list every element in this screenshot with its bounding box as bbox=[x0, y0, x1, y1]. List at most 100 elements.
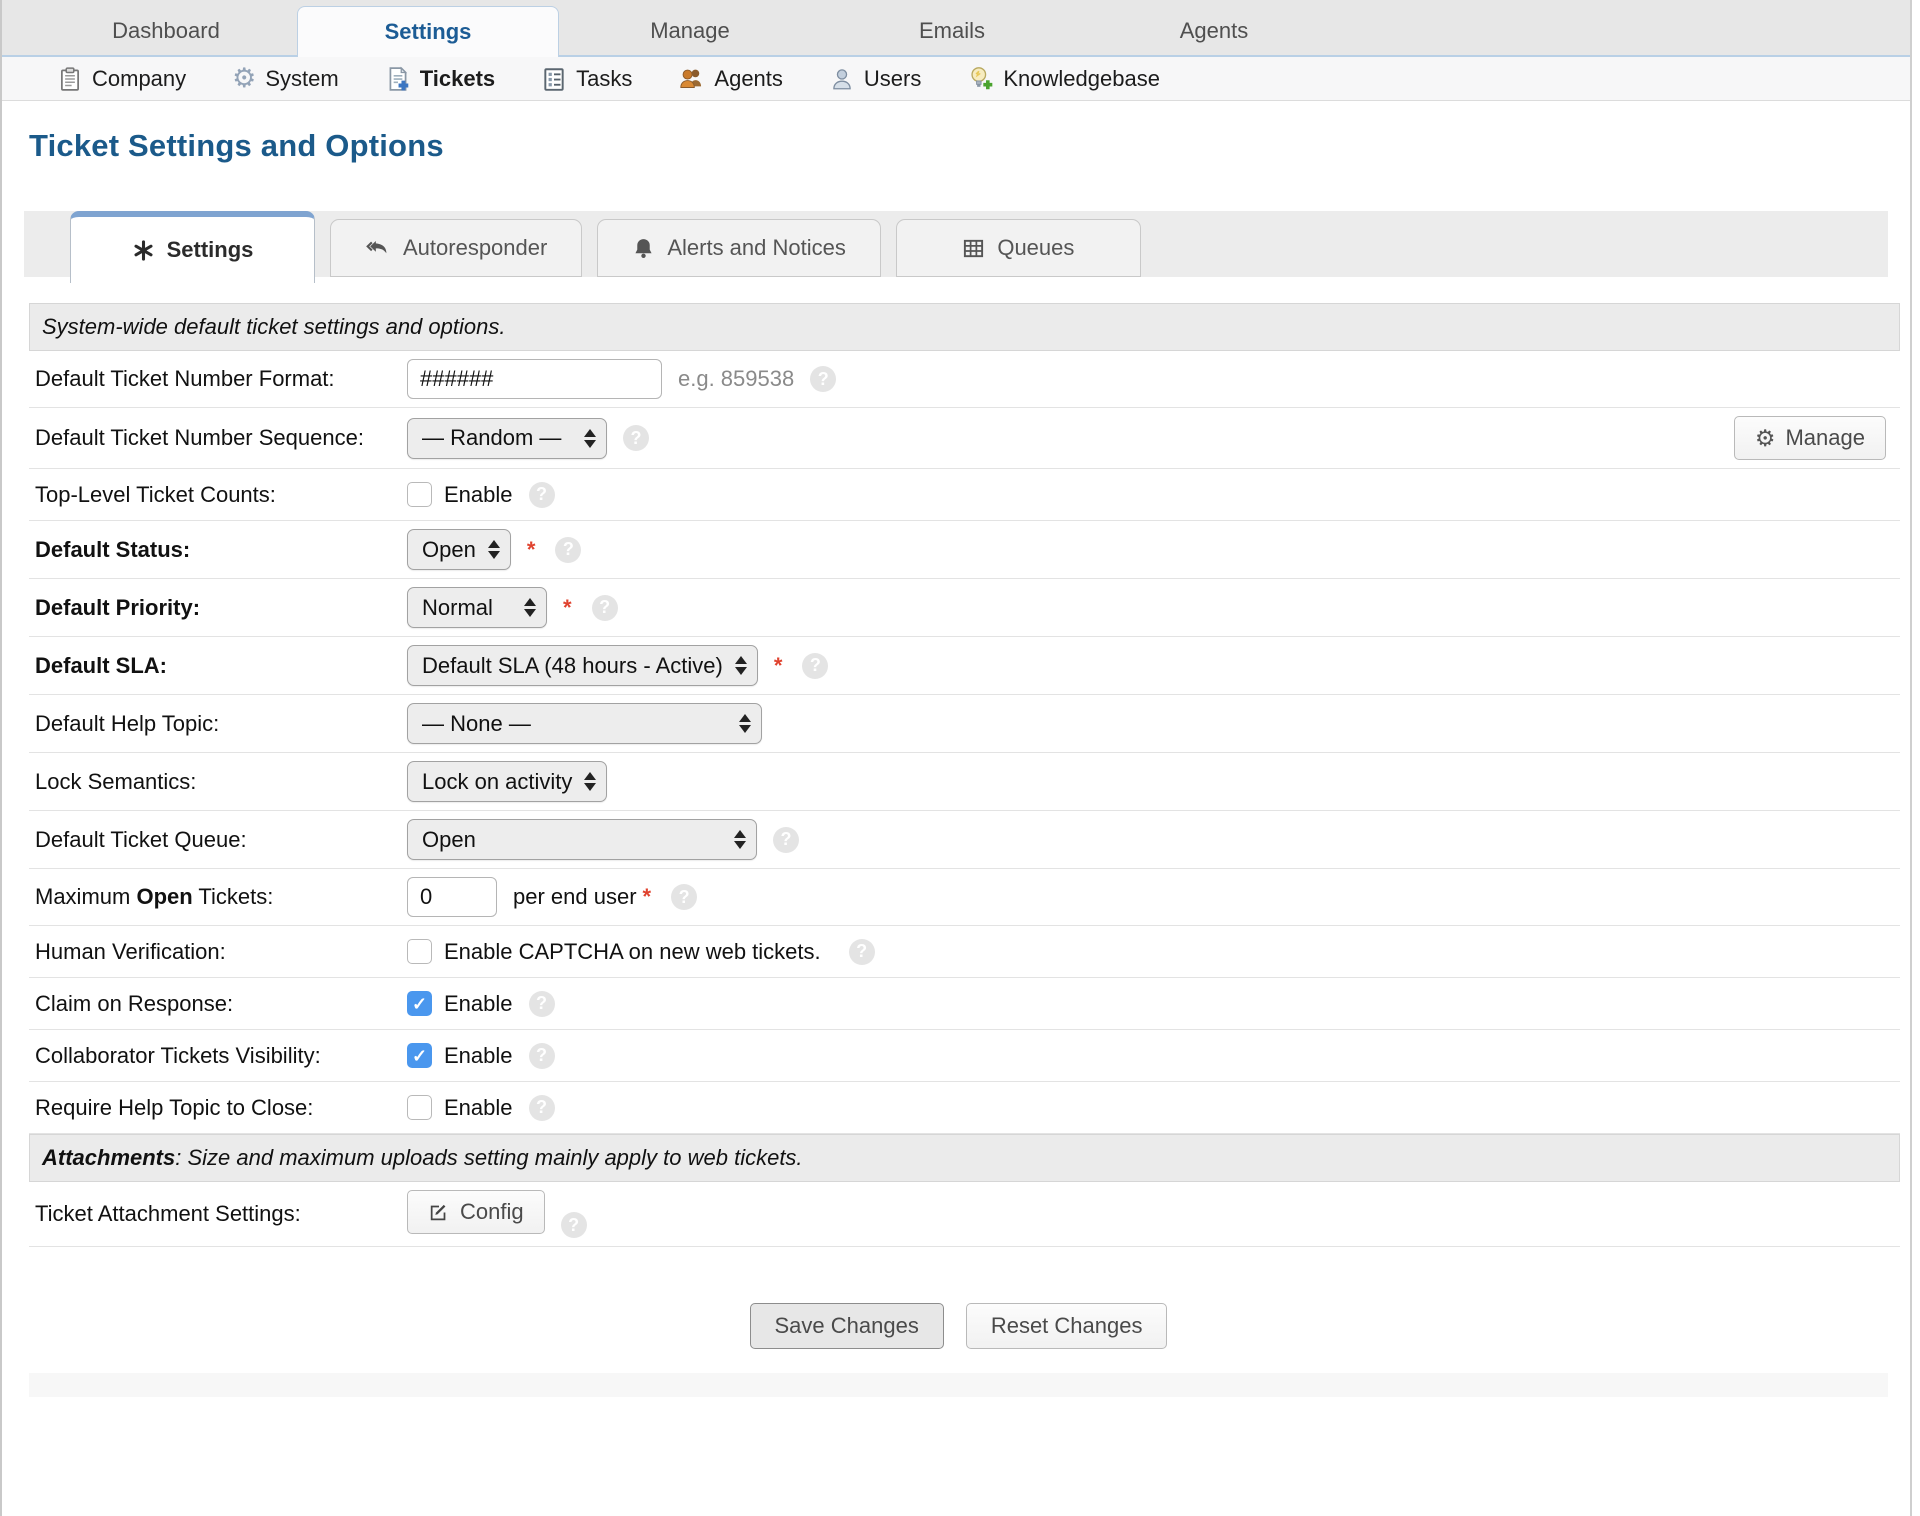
nav-tab-settings[interactable]: Settings bbox=[297, 6, 559, 57]
field-label: Default Ticket Queue: bbox=[35, 826, 247, 852]
field-label: Collaborator Tickets Visibility: bbox=[35, 1042, 321, 1068]
form-actions: Save Changes Reset Changes bbox=[29, 1303, 1888, 1349]
subnav-item-tasks[interactable]: Tasks bbox=[541, 66, 632, 92]
edit-pencil-icon bbox=[428, 1201, 450, 1223]
subnav-item-knowledgebase[interactable]: Knowledgebase bbox=[967, 65, 1160, 92]
select-arrows-icon bbox=[584, 428, 596, 448]
ticket-new-icon bbox=[385, 66, 411, 92]
row-lock-semantics: Lock Semantics: Lock on activity bbox=[29, 753, 1900, 811]
collaborator-visibility-checkbox[interactable]: ✓ bbox=[407, 1043, 432, 1068]
nav-tab-dashboard[interactable]: Dashboard bbox=[35, 6, 297, 55]
field-label: Default Priority: bbox=[35, 594, 201, 620]
field-label: Default Ticket Number Sequence: bbox=[35, 425, 364, 450]
admin-page: Dashboard Settings Manage Emails Agents … bbox=[0, 0, 1912, 1516]
help-icon[interactable]: ? bbox=[528, 1042, 555, 1069]
knowledgebase-icon bbox=[967, 65, 994, 92]
gear-icon: ⚙ bbox=[1754, 424, 1776, 451]
default-sla-select[interactable]: Default SLA (48 hours - Active) bbox=[407, 645, 758, 686]
required-asterisk: * bbox=[642, 884, 652, 909]
select-arrows-icon bbox=[734, 830, 746, 849]
row-collaborator-visibility: Collaborator Tickets Visibility: ✓ Enabl… bbox=[29, 1030, 1900, 1082]
row-human-verification: Human Verification: ✓ Enable CAPTCHA on … bbox=[29, 926, 1900, 978]
required-asterisk: * bbox=[563, 594, 572, 620]
select-arrows-icon bbox=[584, 772, 597, 791]
number-format-input[interactable] bbox=[407, 359, 662, 399]
help-icon[interactable]: ? bbox=[555, 536, 582, 563]
table-icon bbox=[962, 237, 985, 260]
tab-settings[interactable]: Settings bbox=[70, 211, 315, 283]
save-changes-button[interactable]: Save Changes bbox=[749, 1303, 944, 1349]
top-level-counts-checkbox[interactable]: ✓ bbox=[407, 482, 432, 507]
field-label: Lock Semantics: bbox=[35, 768, 197, 794]
nav-tab-emails[interactable]: Emails bbox=[821, 6, 1083, 55]
help-icon[interactable]: ? bbox=[560, 1212, 587, 1238]
field-label: Default Ticket Number Format: bbox=[35, 366, 335, 391]
select-arrows-icon bbox=[734, 656, 747, 675]
reply-all-icon bbox=[365, 235, 391, 261]
row-default-priority: Default Priority: Normal * ? bbox=[29, 579, 1900, 637]
check-icon: ✓ bbox=[411, 993, 428, 1014]
section-header-defaults: System-wide default ticket settings and … bbox=[29, 303, 1900, 351]
help-icon[interactable]: ? bbox=[773, 826, 799, 853]
number-sequence-select[interactable]: — Random — bbox=[407, 417, 607, 459]
tab-alerts-notices[interactable]: Alerts and Notices bbox=[597, 219, 881, 277]
default-ticket-queue-select[interactable]: Open bbox=[407, 819, 757, 860]
max-open-tickets-input[interactable] bbox=[407, 877, 497, 917]
require-help-topic-checkbox[interactable]: ✓ bbox=[407, 1095, 432, 1120]
row-number-format: Default Ticket Number Format: e.g. 85953… bbox=[29, 351, 1900, 408]
agents-icon bbox=[678, 65, 705, 92]
help-icon[interactable]: ? bbox=[848, 938, 875, 965]
tab-queues[interactable]: Queues bbox=[895, 219, 1141, 277]
attachment-config-button[interactable]: Config bbox=[407, 1190, 545, 1234]
ticket-settings-tabs: Settings Autoresponder Alerts and Notice… bbox=[24, 211, 1888, 283]
required-asterisk: * bbox=[526, 536, 536, 562]
field-label: Default SLA: bbox=[35, 652, 167, 678]
field-label: Default Status: bbox=[35, 536, 191, 562]
main-content: Ticket Settings and Options Settings Aut… bbox=[2, 128, 1910, 1397]
field-label: Claim on Response: bbox=[35, 990, 234, 1016]
field-label: Maximum Open Tickets: bbox=[35, 884, 274, 909]
field-label: Require Help Topic to Close: bbox=[35, 1094, 314, 1120]
field-label: Default Help Topic: bbox=[35, 710, 220, 736]
main-nav: Dashboard Settings Manage Emails Agents bbox=[2, 0, 1910, 57]
asterisk-icon bbox=[132, 239, 155, 262]
subnav-item-users[interactable]: Users bbox=[829, 66, 921, 92]
help-icon[interactable]: ? bbox=[528, 1094, 555, 1121]
max-open-suffix: per end user bbox=[513, 884, 637, 909]
default-status-select[interactable]: Open bbox=[407, 529, 511, 570]
tab-autoresponder[interactable]: Autoresponder bbox=[330, 219, 583, 277]
help-icon[interactable]: ? bbox=[528, 990, 555, 1017]
subnav-item-agents[interactable]: Agents bbox=[678, 65, 783, 92]
lock-semantics-select[interactable]: Lock on activity bbox=[407, 761, 608, 802]
field-label: Top-Level Ticket Counts: bbox=[35, 481, 276, 507]
captcha-checkbox[interactable]: ✓ bbox=[407, 939, 432, 964]
tasks-icon bbox=[541, 66, 567, 92]
nav-tab-agents[interactable]: Agents bbox=[1083, 6, 1345, 55]
help-icon[interactable]: ? bbox=[623, 425, 649, 451]
help-icon[interactable]: ? bbox=[591, 594, 618, 621]
subnav-item-tickets[interactable]: Tickets bbox=[385, 66, 495, 92]
default-help-topic-select[interactable]: — None — bbox=[407, 703, 762, 744]
page-bottom-strip bbox=[29, 1373, 1888, 1397]
number-format-hint: e.g. 859538 bbox=[678, 366, 795, 391]
row-number-sequence: Default Ticket Number Sequence: — Random… bbox=[29, 408, 1900, 469]
reset-changes-button[interactable]: Reset Changes bbox=[965, 1303, 1168, 1349]
manage-sequences-button[interactable]: ⚙ Manage bbox=[1733, 416, 1886, 460]
row-default-status: Default Status: Open * ? bbox=[29, 521, 1900, 579]
row-default-sla: Default SLA: Default SLA (48 hours - Act… bbox=[29, 637, 1900, 695]
required-asterisk: * bbox=[773, 652, 783, 678]
help-icon[interactable]: ? bbox=[810, 366, 837, 392]
help-icon[interactable]: ? bbox=[528, 481, 555, 508]
page-title: Ticket Settings and Options bbox=[29, 128, 444, 163]
subnav-item-system[interactable]: ⚙ System bbox=[232, 65, 339, 92]
help-icon[interactable]: ? bbox=[671, 884, 698, 910]
select-arrows-icon bbox=[524, 598, 536, 617]
section-header-attachments: Attachments: Size and maximum uploads se… bbox=[29, 1134, 1900, 1182]
subnav-item-company[interactable]: Company bbox=[57, 66, 186, 92]
gear-icon: ⚙ bbox=[232, 63, 257, 93]
nav-tab-manage[interactable]: Manage bbox=[559, 6, 821, 55]
claim-on-response-checkbox[interactable]: ✓ bbox=[407, 991, 432, 1016]
row-default-ticket-queue: Default Ticket Queue: Open ? bbox=[29, 811, 1900, 869]
help-icon[interactable]: ? bbox=[802, 652, 829, 679]
default-priority-select[interactable]: Normal bbox=[407, 587, 547, 628]
